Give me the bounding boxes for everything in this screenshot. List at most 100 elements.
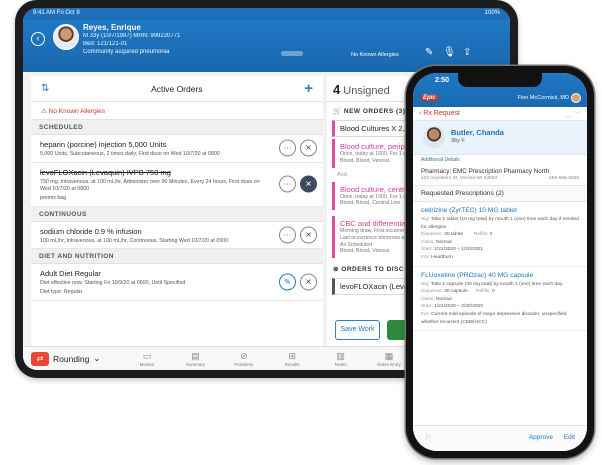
rx-start: Start: 1/21/2020 – 2/20/2020 — [421, 304, 483, 310]
order-actions: ✎ ✕ — [279, 273, 317, 291]
order-row[interactable]: levoFLOXacin (Levaquin) IVPB 750 mg 750 … — [31, 163, 323, 207]
rx-dispense: Dispense: 30 tablet Refills: 0 — [421, 232, 493, 238]
unsigned-count: 4 — [333, 82, 341, 97]
discontinue-button[interactable]: ✕ — [300, 139, 317, 157]
order-name: levoFLOXacin (Levaquin) IVPB 750 mg — [40, 167, 171, 177]
discontinue-button[interactable]: ✕ — [300, 226, 317, 244]
microphone-icon[interactable]: 🎙 — [443, 47, 456, 58]
pencil-icon[interactable]: ✎ — [425, 47, 433, 58]
order-row[interactable]: Adult Diet Regular Diet effective now, S… — [31, 264, 323, 302]
additional-details-link[interactable]: Additional Details — [413, 155, 587, 165]
tab-label: Notes — [334, 361, 347, 367]
chevron-down-icon: ⌄ — [93, 353, 101, 363]
tab-results[interactable]: ⊞ Results — [268, 351, 316, 367]
problems-icon: ⊘ — [240, 350, 248, 361]
tab-problems[interactable]: ⊘ Problems — [220, 351, 268, 367]
battery-level: 100% — [484, 10, 500, 16]
pharmacy-address: 123 Anywhere St, Verona WI 53593 — [421, 176, 498, 181]
summary-icon: ▤ — [191, 350, 200, 361]
order-actions: ··· ✕ — [279, 139, 317, 157]
patient-name: Reyes, Enrique — [83, 23, 141, 32]
epic-logo: Epic — [421, 95, 438, 101]
header-drag-handle[interactable] — [281, 51, 303, 56]
rx-class: Class: Normal — [421, 239, 452, 245]
phone-action-bar: ⚐ Approve Edit — [413, 425, 587, 451]
patient-avatar[interactable] — [53, 24, 79, 50]
order-detail-extra: premix bag — [40, 194, 67, 201]
order-row[interactable]: sodium chloride 0.9 % infusion 100 mL/hr… — [31, 222, 323, 250]
patient-banner[interactable]: Butler, Chanda 36y F — [413, 121, 587, 155]
order-actions: ··· ✕ — [279, 175, 317, 193]
tab-label: Results — [284, 361, 300, 367]
rounding-activity-switch[interactable]: ⇄ Rounding ⌄ — [23, 351, 123, 366]
rx-sig: Sig: Take 1 capsule (40 mg total) by mou… — [421, 281, 564, 287]
rx-name: FLUoxetine (PROzac) 40 MG capsule — [421, 271, 534, 279]
requested-prescriptions-heading: Requested Prescriptions (2) — [413, 185, 587, 202]
order-detail: 100 mL/hr, Intravenous, at 100 mL/hr, Co… — [40, 237, 229, 244]
allergy-badge: No Known Allergies — [351, 52, 399, 58]
phone-device: 2:50 Epic Finn McCormick, MD ‹ Rx Reques… — [406, 66, 594, 458]
more-options-button[interactable]: ··· — [279, 175, 296, 193]
approve-button[interactable]: Approve — [529, 434, 553, 441]
section-heading-continuous: CONTINUOUS — [31, 206, 323, 222]
order-detail: 5,000 Units, Subcutaneous, 2 times daily… — [40, 151, 220, 157]
user-avatar[interactable] — [571, 93, 581, 103]
patient-demographics: M 33y (10/7/1987) MRN: 999220771 — [83, 33, 181, 39]
patient-problem: Community acquired pneumonia — [83, 49, 170, 55]
order-row[interactable]: heparin (porcine) injection 5,000 Units … — [31, 135, 323, 163]
rounding-icon: ⇄ — [31, 351, 49, 366]
modify-button[interactable]: ✎ — [279, 273, 296, 291]
order-name: Adult Diet Regular — [40, 269, 101, 279]
tablet-status-bar: 9:41 AM Fri Oct 9 100% — [23, 8, 510, 20]
back-label: Rx Request — [423, 110, 460, 117]
back-to-rx-request[interactable]: ‹ Rx Request — [419, 110, 460, 117]
more-options-button[interactable]: ··· — [279, 226, 296, 244]
discontinue-button-selected[interactable]: ✕ — [300, 175, 317, 193]
allergy-warning-icon: ⚠ — [41, 108, 49, 115]
monitor-icon: ▭ — [142, 350, 152, 361]
section-heading-scheduled: SCHEDULED — [31, 120, 323, 135]
cart-icon: 🛒 — [333, 108, 344, 115]
sort-icon[interactable]: ⇅ — [41, 83, 49, 94]
pharmacy-label: Pharmacy: — [421, 168, 452, 175]
tab-notes[interactable]: ▥ Notes — [317, 351, 365, 367]
rx-name: cetirizine (ZyrTEC) 10 MG tablet — [421, 207, 517, 214]
tab-label: Problems — [234, 361, 254, 367]
patient-bed: Bed: 121/121-01 — [83, 41, 128, 47]
share-icon[interactable]: ⇪ — [463, 47, 471, 58]
prescription-item[interactable]: cetirizine (ZyrTEC) 10 MG tablet Sig: Ta… — [413, 202, 587, 267]
rx-sig: Sig: Take 1 tablet (10 mg total) by mout… — [421, 217, 579, 230]
add-order-icon[interactable]: + — [304, 80, 313, 97]
save-work-button[interactable]: Save Work — [335, 320, 380, 340]
results-icon: ⊞ — [288, 350, 297, 361]
order-actions: ··· ✕ — [279, 226, 317, 244]
allergy-banner: ⚠ No Known Allergies — [31, 102, 323, 120]
tab-summary[interactable]: ▤ Summary — [171, 351, 219, 367]
order-name: heparin (porcine) injection 5,000 Units — [40, 140, 167, 149]
pharmacy-address-row: 123 Anywhere St, Verona WI 53593 555-555… — [413, 175, 587, 185]
unsigned-label: Unsigned — [343, 85, 390, 97]
prescription-item[interactable]: FLUoxetine (PROzac) 40 MG capsule Sig: T… — [413, 267, 587, 332]
tab-monitor[interactable]: ▭ Monitor — [123, 351, 171, 367]
discontinue-button[interactable]: ✕ — [300, 273, 317, 291]
rx-for: For: Heartburn — [421, 254, 453, 260]
prev-next-arrows-icon[interactable]: ︿ ﹀ — [565, 110, 581, 119]
rx-request-nav: ‹ Rx Request ︿ ﹀ — [413, 107, 587, 121]
edit-button[interactable]: Edit — [564, 434, 575, 441]
more-options-button[interactable]: ··· — [279, 139, 296, 157]
rounding-label: Rounding — [53, 353, 90, 364]
status-time: 9:41 AM Fri Oct 9 — [33, 10, 80, 16]
device-composite: 9:41 AM Fri Oct 9 100% ‹ Reyes, Enrique … — [0, 0, 602, 465]
rx-for: For: Current mild episode of major depre… — [421, 311, 567, 325]
active-orders-title: Active Orders — [151, 83, 203, 94]
rx-class: Class: Normal — [421, 296, 452, 302]
phone-status-time: 2:50 — [435, 77, 450, 84]
pharmacy-row: Pharmacy: EMC Prescription Pharmacy Nort… — [413, 165, 587, 175]
section-heading-diet: DIET AND NUTRITION — [31, 249, 323, 265]
patient-photo — [423, 126, 445, 148]
tab-label: Summary — [185, 361, 206, 367]
back-icon[interactable]: ‹ — [31, 32, 45, 46]
active-orders-toolbar: ⇅ Active Orders + — [31, 76, 323, 102]
flag-icon[interactable]: ⚐ — [425, 433, 432, 442]
tab-label: Monitor — [139, 361, 155, 367]
